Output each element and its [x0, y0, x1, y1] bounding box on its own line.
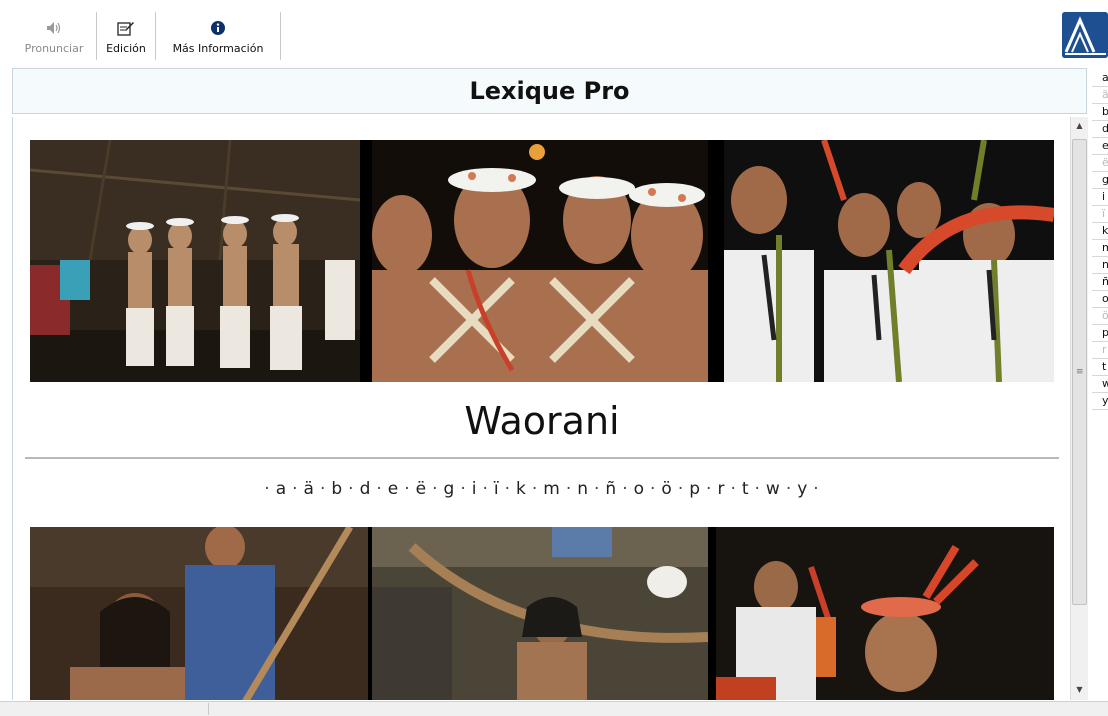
alphabet-links: · a · ä · b · d · e · ë · g · i · ï · k · m · n · ñ · o · ö · p · r · t · w · y…: [13, 479, 1071, 499]
alphabet-link[interactable]: m: [543, 479, 561, 499]
edit-button[interactable]: Edición: [100, 12, 152, 62]
scrollbar-grip-icon: ≡: [1076, 367, 1084, 377]
status-pane: [0, 703, 209, 715]
index-letter-item[interactable]: ö: [1092, 308, 1108, 325]
separator-dot: ·: [565, 479, 573, 499]
more-info-button[interactable]: Más Información: [160, 12, 276, 62]
index-letter-item[interactable]: n: [1092, 257, 1108, 274]
speaker-icon: [46, 18, 62, 38]
alphabet-link[interactable]: e: [388, 479, 399, 499]
edit-label: Edición: [106, 42, 146, 55]
status-bar: [0, 701, 1108, 716]
photo-elder-woman-in-hammock: [372, 527, 708, 700]
index-letter-item[interactable]: ñ: [1092, 274, 1108, 291]
alphabet-link[interactable]: i: [472, 479, 478, 499]
separator-dot: ·: [504, 479, 511, 499]
top-photo-strip: [30, 140, 1054, 382]
alphabet-link[interactable]: b: [331, 479, 343, 499]
index-letter-item[interactable]: b: [1092, 104, 1108, 121]
separator-dot: ·: [594, 479, 601, 499]
toolbar-separator: [280, 12, 281, 60]
index-letter-item[interactable]: t: [1092, 359, 1108, 376]
index-letter-item[interactable]: g: [1092, 172, 1108, 189]
index-letter-item[interactable]: e: [1092, 138, 1108, 155]
alphabet-link[interactable]: r: [717, 479, 725, 499]
index-letter-item[interactable]: r: [1092, 342, 1108, 359]
index-letter-item[interactable]: a: [1092, 70, 1108, 87]
alphabet-link[interactable]: y: [797, 479, 808, 499]
separator-dot: ·: [348, 479, 355, 499]
index-letter-item[interactable]: k: [1092, 223, 1108, 240]
photo-men-playing-flutes: [724, 140, 1054, 382]
more-info-label: Más Información: [172, 42, 264, 55]
alphabet-link[interactable]: o: [634, 479, 645, 499]
separator-dot: ·: [460, 479, 467, 499]
scroll-down-arrow-icon[interactable]: ▼: [1071, 683, 1088, 697]
index-letter-item[interactable]: w: [1092, 376, 1108, 393]
scrollbar-thumb[interactable]: ≡: [1072, 139, 1087, 605]
separator-dot: ·: [622, 479, 629, 499]
vertical-scrollbar[interactable]: ▲ ≡ ▼: [1070, 117, 1088, 700]
bottom-photo-strip: [30, 527, 1054, 700]
pronounce-label: Pronunciar: [24, 42, 84, 55]
separator-dot: ·: [264, 479, 271, 499]
alphabet-link[interactable]: ï: [494, 479, 500, 499]
alphabet-link[interactable]: g: [444, 479, 456, 499]
separator-dot: ·: [319, 479, 327, 499]
index-letter-item[interactable]: i: [1092, 189, 1108, 206]
separator-dot: ·: [677, 479, 685, 499]
photo-elder-man-feather-crown: [716, 527, 1054, 700]
separator-dot: ·: [292, 479, 299, 499]
sil-logo-graphic: [1062, 12, 1108, 58]
divider: [25, 457, 1059, 459]
info-icon: [210, 18, 226, 38]
index-letter-item[interactable]: o: [1092, 291, 1108, 308]
alphabet-link[interactable]: ñ: [605, 479, 617, 499]
separator-dot: ·: [404, 479, 411, 499]
alphabet-link[interactable]: d: [360, 479, 372, 499]
index-letter-item[interactable]: p: [1092, 325, 1108, 342]
separator-dot: ·: [432, 479, 439, 499]
separator-dot: ·: [706, 479, 713, 499]
index-letter-item[interactable]: d: [1092, 121, 1108, 138]
edit-icon: [117, 18, 135, 38]
separator-dot: ·: [650, 479, 657, 499]
index-letter-item[interactable]: ï: [1092, 206, 1108, 223]
index-letter-item[interactable]: ä: [1092, 87, 1108, 104]
alphabet-link[interactable]: k: [516, 479, 527, 499]
alphabet-link[interactable]: a: [276, 479, 287, 499]
index-letter-item[interactable]: m: [1092, 240, 1108, 257]
separator-dot: ·: [730, 479, 737, 499]
separator-dot: ·: [813, 479, 820, 499]
content-pane: Waorani · a · ä · b · d · e · ë · g · i · ï · k · m · n · ñ · o · ö · p…: [12, 117, 1071, 700]
alphabet-link[interactable]: ö: [661, 479, 672, 499]
alphabet-link[interactable]: w: [766, 479, 781, 499]
alphabet-link[interactable]: n: [577, 479, 589, 499]
separator-dot: ·: [531, 479, 539, 499]
alphabet-link[interactable]: p: [689, 479, 701, 499]
alphabet-link[interactable]: ä: [304, 479, 315, 499]
photo-young-men-feather-crowns: [372, 140, 708, 382]
scroll-up-arrow-icon[interactable]: ▲: [1071, 119, 1088, 133]
separator-dot: ·: [785, 479, 793, 499]
photo-woman-and-boy-with-spear: [30, 527, 368, 700]
toolbar-separator: [96, 12, 97, 60]
index-letter-item[interactable]: ë: [1092, 155, 1108, 172]
letter-index: aäbdeëgiïkmnñoöprtwy: [1092, 70, 1108, 410]
alphabet-link[interactable]: ë: [416, 479, 427, 499]
separator-dot: ·: [754, 479, 761, 499]
index-letter-item[interactable]: y: [1092, 393, 1108, 410]
separator-dot: ·: [376, 479, 383, 499]
photo-dancing-women: [30, 140, 360, 382]
toolbar: Pronunciar Edición Más Información: [0, 0, 1108, 66]
sil-logo: [1062, 12, 1108, 58]
pronounce-button[interactable]: Pronunciar: [14, 12, 94, 62]
alphabet-link[interactable]: t: [742, 479, 750, 499]
separator-dot: ·: [482, 479, 489, 499]
toolbar-separator: [155, 12, 156, 60]
language-name: Waorani: [464, 399, 620, 443]
page-title: Lexique Pro: [12, 68, 1087, 114]
